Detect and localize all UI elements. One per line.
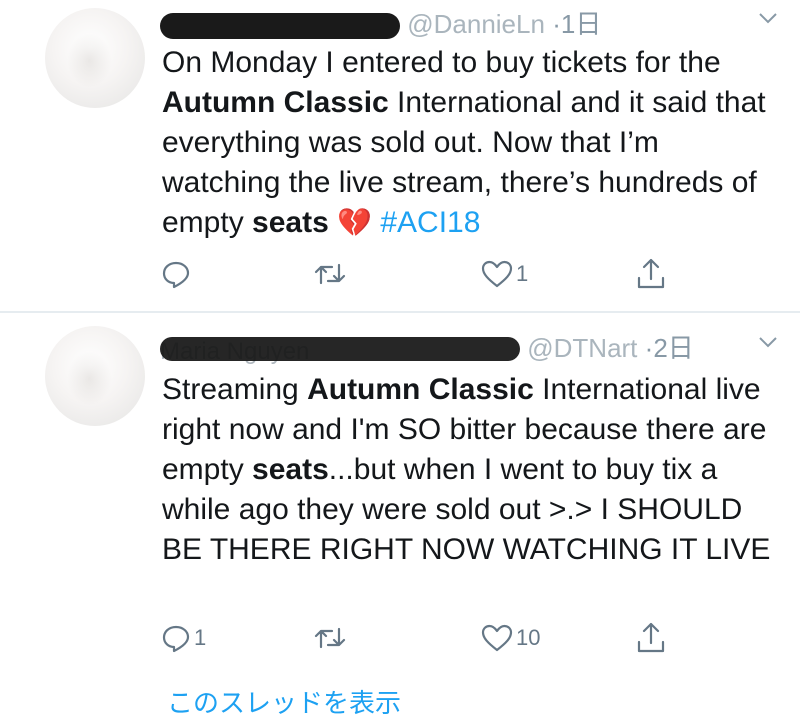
retweet-icon (312, 258, 348, 290)
tweet-actions: 1 (160, 254, 680, 294)
avatar[interactable] (45, 8, 145, 108)
text-segment: On Monday I entered to buy tickets for t… (162, 46, 721, 79)
heart-icon (480, 258, 514, 290)
timestamp[interactable]: 1日 (561, 9, 601, 39)
like-count: 1 (516, 261, 529, 286)
scribble-redaction (160, 337, 520, 362)
tweet[interactable]: @DannieLn ·1日 On Monday I entered to buy… (0, 0, 800, 312)
chevron-down-icon[interactable] (756, 6, 780, 37)
reply-button[interactable] (160, 254, 194, 294)
separator-dot: · (644, 333, 654, 363)
tweet-text: Streaming Autumn Classic International l… (162, 370, 782, 570)
highlight-term: seats (252, 453, 329, 486)
like-button[interactable]: 1 (480, 254, 528, 294)
highlight-term: Autumn Classic (307, 373, 534, 406)
tweet-text: On Monday I entered to buy tickets for t… (162, 43, 782, 243)
reply-count: 1 (194, 625, 207, 650)
reply-icon (160, 622, 192, 654)
hashtag-link[interactable]: #ACI18 (380, 206, 480, 239)
tweet-header: @DannieLn ·1日 (160, 4, 780, 40)
highlight-term: Autumn Classic (162, 86, 389, 119)
share-icon (635, 621, 667, 655)
chevron-down-icon[interactable] (756, 330, 780, 361)
user-handle[interactable]: @DannieLn (407, 9, 545, 39)
reply-button[interactable]: 1 (160, 618, 206, 658)
retweet-button[interactable] (312, 618, 350, 658)
redacted-display-name: Maria Nguyen (160, 335, 520, 365)
highlight-term: seats (252, 206, 329, 239)
share-button[interactable] (635, 254, 667, 294)
timestamp[interactable]: 2日 (653, 333, 693, 363)
tweet[interactable]: Maria Nguyen @DTNart ·2日 Streaming Autum… (0, 313, 800, 721)
like-button[interactable]: 10 (480, 618, 540, 658)
retweet-icon (312, 622, 348, 654)
share-button[interactable] (635, 618, 667, 658)
user-handle[interactable]: @DTNart (527, 333, 637, 363)
heart-icon (480, 622, 514, 654)
share-icon (635, 257, 667, 291)
like-count: 10 (516, 625, 541, 650)
redacted-display-name (160, 13, 400, 40)
broken-heart-emoji: 💔 (337, 207, 372, 238)
reply-icon (160, 258, 192, 290)
avatar[interactable] (45, 326, 145, 426)
text-segment: Streaming (162, 373, 308, 406)
tweet-header: Maria Nguyen @DTNart ·2日 (160, 328, 780, 365)
tweet-actions: 1 10 (160, 618, 680, 658)
separator-dot: · (552, 9, 561, 39)
retweet-button[interactable] (312, 254, 350, 294)
show-thread-link[interactable]: このスレッドを表示 (167, 683, 401, 720)
